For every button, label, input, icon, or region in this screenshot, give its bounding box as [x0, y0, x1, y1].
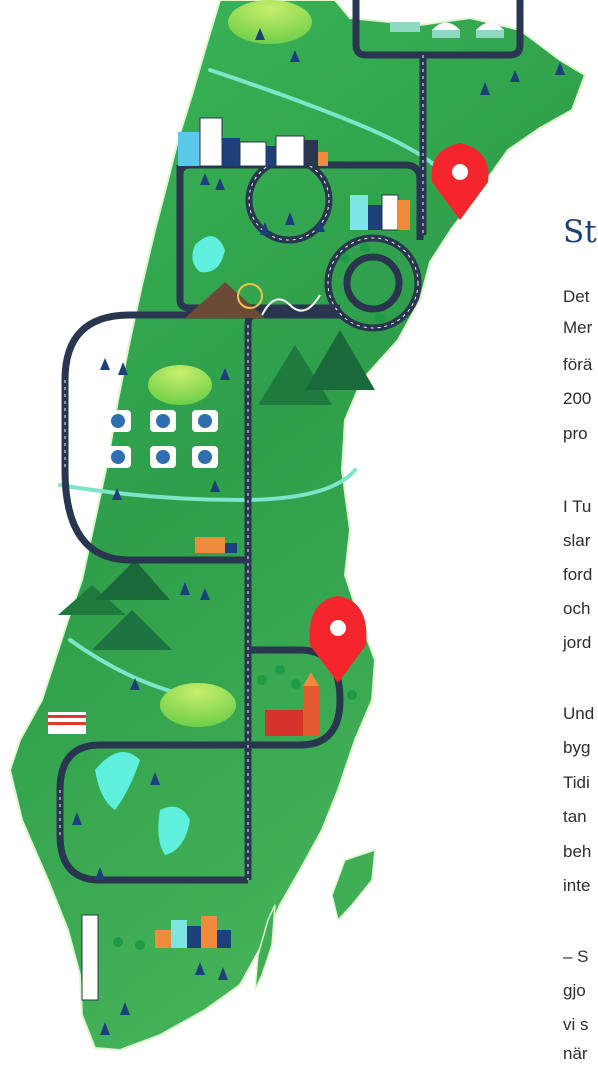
article-line: förä — [563, 355, 593, 374]
article-line: Mer — [563, 318, 593, 337]
gotland-island — [331, 848, 376, 922]
article-line: när — [563, 1044, 588, 1063]
article-line: Tidi — [563, 773, 590, 792]
article-heading: St — [563, 214, 597, 250]
hill — [160, 683, 236, 727]
article-line: och — [563, 599, 591, 618]
article: St Det Mer förä 200 pro I Tu slar ford o… — [563, 0, 598, 1067]
article-line: ford — [563, 565, 593, 584]
article-line: – S — [563, 947, 589, 966]
article-line: tan — [563, 807, 587, 826]
building — [195, 537, 225, 553]
article-line: Det — [563, 287, 590, 306]
article-line: byg — [563, 738, 591, 757]
article-line: vi s — [563, 1015, 589, 1034]
article-line: 200 — [563, 389, 592, 408]
building — [225, 543, 237, 553]
page: St Det Mer förä 200 pro I Tu slar ford o… — [0, 0, 598, 1067]
hill — [148, 365, 212, 405]
article-line: pro — [563, 424, 588, 443]
sweden-map-illustration — [8, 0, 587, 1052]
article-line: I Tu — [563, 497, 592, 516]
article-line: Und — [563, 704, 595, 723]
hill — [228, 0, 312, 44]
article-line: jord — [563, 633, 592, 652]
article-line: beh — [563, 842, 592, 861]
article-line: inte — [563, 876, 591, 895]
building — [48, 712, 86, 734]
article-line: gjo — [563, 981, 586, 1000]
article-line: slar — [563, 531, 591, 550]
